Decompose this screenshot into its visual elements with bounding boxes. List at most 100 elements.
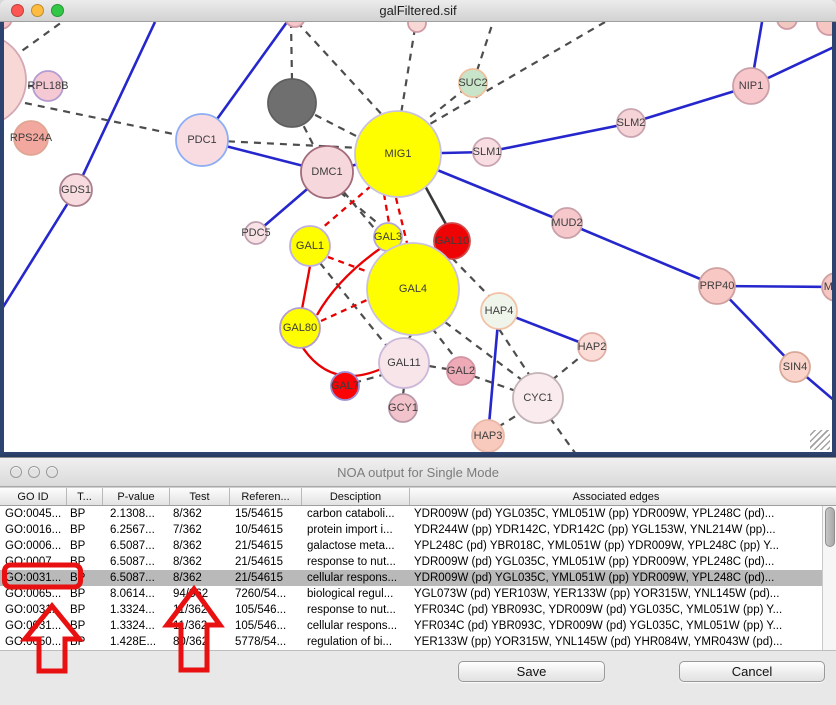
minimize-button[interactable]	[28, 466, 40, 478]
cell-1-2[interactable]: 6.2567...	[103, 522, 170, 538]
cell-1-5[interactable]: protein import i...	[302, 522, 410, 538]
node-SIN4[interactable]	[780, 352, 810, 382]
cell-3-4[interactable]: 21/54615	[230, 554, 302, 570]
node-PRP40[interactable]	[699, 268, 735, 304]
node-GAL1[interactable]	[290, 226, 330, 266]
cell-3-0[interactable]: GO:0007...	[0, 554, 67, 570]
node-SLM1[interactable]	[473, 138, 501, 166]
cell-7-3[interactable]: 11/362	[170, 618, 230, 634]
node-GAL4[interactable]	[367, 243, 459, 335]
cell-0-2[interactable]: 2.1308...	[103, 506, 170, 522]
node-MIG1[interactable]	[355, 111, 441, 197]
node-HAP4[interactable]	[481, 293, 517, 329]
node-big-left[interactable]	[0, 34, 26, 126]
node-top-partial-4[interactable]	[817, 22, 836, 35]
network-canvas[interactable]: RPL18BRPS24AGDS1PDC1DMC1MIG1SLM1SLM2SUC2…	[0, 22, 836, 457]
cell-8-4[interactable]: 5778/54...	[230, 634, 302, 650]
column-header-3[interactable]: Test	[170, 488, 230, 505]
cell-8-2[interactable]: 1.428E...	[103, 634, 170, 650]
column-header-6[interactable]: Associated edges	[410, 488, 822, 505]
cell-0-6[interactable]: YDR009W (pd) YGL035C, YML051W (pp) YDR00…	[410, 506, 822, 522]
table-row-1[interactable]: GO:0016...BP6.2567...7/36210/54615protei…	[0, 522, 822, 538]
node-top-partial-3[interactable]	[777, 22, 797, 29]
cell-6-1[interactable]: BP	[67, 602, 103, 618]
cell-1-6[interactable]: YDR244W (pp) YDR142C, YDR142C (pp) YGL15…	[410, 522, 822, 538]
minimize-button[interactable]	[31, 4, 44, 17]
graph-window-titlebar[interactable]: galFiltered.sif	[0, 0, 836, 22]
cell-3-2[interactable]: 6.5087...	[103, 554, 170, 570]
cell-1-3[interactable]: 7/362	[170, 522, 230, 538]
cell-0-3[interactable]: 8/362	[170, 506, 230, 522]
cell-2-5[interactable]: galactose meta...	[302, 538, 410, 554]
cell-6-5[interactable]: response to nut...	[302, 602, 410, 618]
cell-4-5[interactable]: cellular respons...	[302, 570, 410, 586]
node-PDC5[interactable]	[245, 222, 267, 244]
node-HAP3[interactable]	[472, 420, 504, 452]
cell-3-1[interactable]: BP	[67, 554, 103, 570]
cell-4-2[interactable]: 6.5087...	[103, 570, 170, 586]
node-RPS24A[interactable]	[14, 121, 48, 155]
save-button[interactable]: Save	[458, 661, 605, 682]
cell-1-4[interactable]: 10/54615	[230, 522, 302, 538]
column-header-1[interactable]: T...	[67, 488, 103, 505]
cell-5-2[interactable]: 8.0614...	[103, 586, 170, 602]
node-MSN[interactable]	[822, 273, 836, 301]
cell-8-1[interactable]: BP	[67, 634, 103, 650]
cell-5-1[interactable]: BP	[67, 586, 103, 602]
node-RPL18B[interactable]	[33, 71, 63, 101]
cell-8-5[interactable]: regulation of bi...	[302, 634, 410, 650]
cell-2-2[interactable]: 6.5087...	[103, 538, 170, 554]
cell-7-2[interactable]: 1.3324...	[103, 618, 170, 634]
cell-5-6[interactable]: YGL073W (pd) YER103W, YER133W (pp) YOR31…	[410, 586, 822, 602]
cell-5-5[interactable]: biological regul...	[302, 586, 410, 602]
node-HAP2[interactable]	[578, 333, 606, 361]
cell-6-0[interactable]: GO:0031...	[0, 602, 67, 618]
node-GCY1[interactable]	[389, 394, 417, 422]
cell-0-0[interactable]: GO:0045...	[0, 506, 67, 522]
vertical-scrollbar[interactable]	[822, 506, 836, 650]
node-GAL2[interactable]	[447, 357, 475, 385]
cell-1-0[interactable]: GO:0016...	[0, 522, 67, 538]
cell-4-6[interactable]: YDR009W (pd) YGL035C, YML051W (pp) YDR00…	[410, 570, 822, 586]
node-MUD2[interactable]	[552, 208, 582, 238]
cell-8-6[interactable]: YER133W (pp) YOR315W, YNL145W (pd) YHR08…	[410, 634, 822, 650]
table-row-8[interactable]: GO:0050...BP1.428E...80/3625778/54...reg…	[0, 634, 822, 650]
node-GAL80[interactable]	[280, 308, 320, 348]
cell-6-3[interactable]: 11/362	[170, 602, 230, 618]
node-GDS1[interactable]	[60, 174, 92, 206]
cell-4-1[interactable]: BP	[67, 570, 103, 586]
cell-3-6[interactable]: YDR009W (pd) YGL035C, YML051W (pp) YDR00…	[410, 554, 822, 570]
column-header-5[interactable]: Desciption	[302, 488, 410, 505]
network-svg[interactable]: RPL18BRPS24AGDS1PDC1DMC1MIG1SLM1SLM2SUC2…	[0, 22, 836, 457]
table-row-0[interactable]: GO:0045...BP2.1308...8/36215/54615carbon…	[0, 506, 822, 522]
cell-1-1[interactable]: BP	[67, 522, 103, 538]
column-header-4[interactable]: Referen...	[230, 488, 302, 505]
node-CYC1[interactable]	[513, 373, 563, 423]
cell-2-0[interactable]: GO:0006...	[0, 538, 67, 554]
column-header-2[interactable]: P-value	[103, 488, 170, 505]
cell-2-4[interactable]: 21/54615	[230, 538, 302, 554]
node-SLM2[interactable]	[617, 109, 645, 137]
resize-handle-icon[interactable]	[810, 430, 830, 450]
cell-5-3[interactable]: 94/362	[170, 586, 230, 602]
column-header-0[interactable]: GO ID	[0, 488, 67, 505]
node-GAL11[interactable]	[379, 338, 429, 388]
close-button[interactable]	[11, 4, 24, 17]
cell-5-0[interactable]: GO:0065...	[0, 586, 67, 602]
node-top-partial-2[interactable]	[408, 22, 426, 32]
cell-4-0[interactable]: GO:0031...	[0, 570, 67, 586]
cell-7-6[interactable]: YFR034C (pd) YBR093C, YDR009W (pd) YGL03…	[410, 618, 822, 634]
node-PDC1[interactable]	[176, 114, 228, 166]
scrollbar-thumb[interactable]	[825, 507, 835, 547]
cell-7-5[interactable]: cellular respons...	[302, 618, 410, 634]
cell-5-4[interactable]: 7260/54...	[230, 586, 302, 602]
cell-7-0[interactable]: GO:0031...	[0, 618, 67, 634]
cell-2-1[interactable]: BP	[67, 538, 103, 554]
node-tl-partial[interactable]	[0, 22, 12, 29]
table-row-5[interactable]: GO:0065...BP8.0614...94/3627260/54...bio…	[0, 586, 822, 602]
cell-7-4[interactable]: 105/546...	[230, 618, 302, 634]
zoom-button[interactable]	[46, 466, 58, 478]
node-DMC1[interactable]	[301, 146, 353, 198]
noa-window-titlebar[interactable]: NOA output for Single Mode	[0, 458, 836, 487]
cell-8-0[interactable]: GO:0050...	[0, 634, 67, 650]
